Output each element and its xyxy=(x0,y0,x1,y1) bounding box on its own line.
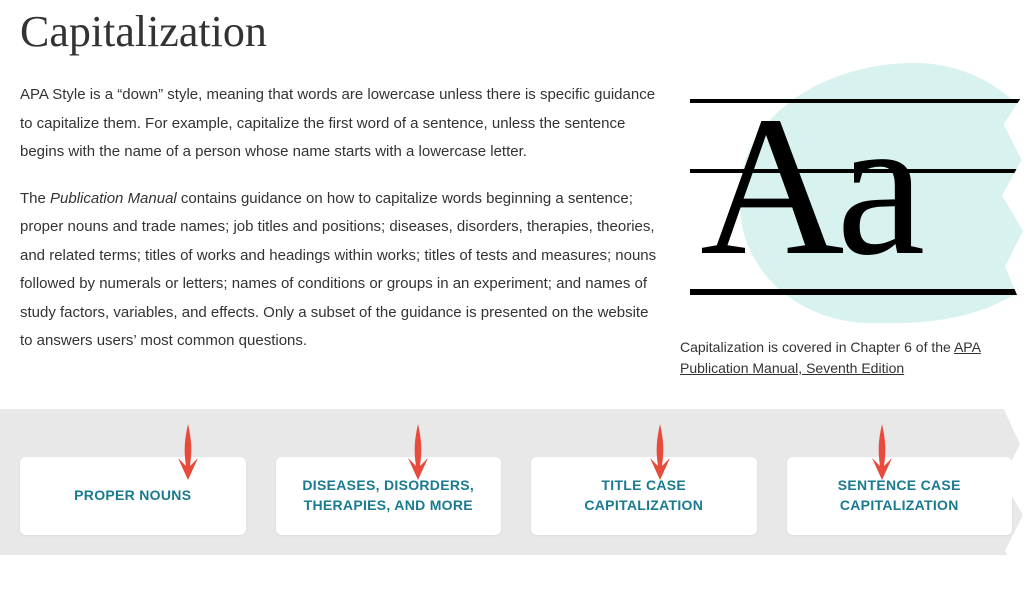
card-sentence-case[interactable]: SENTENCE CASE CAPITALIZATION xyxy=(787,457,1013,535)
body-text: APA Style is a “down” style, meaning tha… xyxy=(20,81,660,379)
intro-paragraph-2: The Publication Manual contains guidance… xyxy=(20,185,660,356)
card-proper-nouns[interactable]: PROPER NOUNS xyxy=(20,457,246,535)
card-diseases-disorders[interactable]: DISEASES, DISORDERS, THERAPIES, AND MORE xyxy=(276,457,502,535)
capitalization-illustration: Aa xyxy=(680,63,1000,293)
chapter-caption: Capitalization is covered in Chapter 6 o… xyxy=(680,337,1000,379)
page-title: Capitalization xyxy=(20,6,1012,57)
card-title-case[interactable]: TITLE CASE CAPITALIZATION xyxy=(531,457,757,535)
intro-paragraph-1: APA Style is a “down” style, meaning tha… xyxy=(20,81,660,167)
publication-manual-italic: Publication Manual xyxy=(50,190,177,207)
letters-aa: Aa xyxy=(700,87,917,287)
topic-cards-bar: PROPER NOUNS DISEASES, DISORDERS, THERAP… xyxy=(0,409,1032,555)
torn-edge-bottom xyxy=(0,574,1032,598)
